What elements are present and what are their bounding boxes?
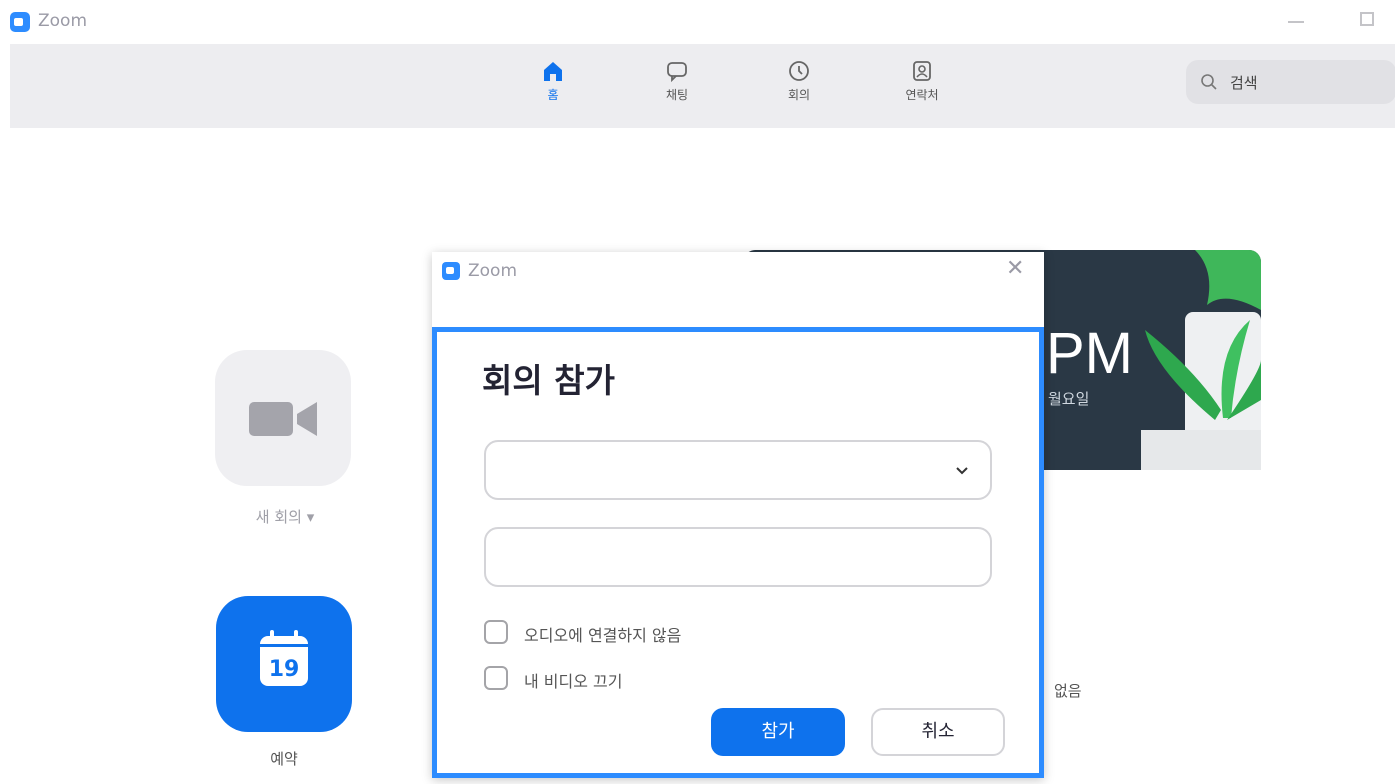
video-off-label: 내 비디오 끄기 [524,672,623,691]
tab-meetings-label: 회의 [787,88,811,102]
tab-home[interactable]: 홈 [513,58,593,103]
tab-contacts[interactable]: 연락처 [882,58,962,103]
calendar-icon: 19 [260,630,308,686]
zoom-logo-icon [442,262,460,280]
clock-icon [789,61,809,81]
tab-meetings[interactable]: 회의 [759,58,839,103]
window-title: Zoom [38,11,88,31]
maximize-icon[interactable] [1360,12,1374,26]
no-meetings-text: 없음 [1054,682,1082,700]
join-meeting-dialog: Zoom ✕ 회의 참가 오디오에 연결하지 않음 내 비디오 끄기 참가 취소 [432,252,1044,778]
video-off-checkbox[interactable] [484,666,508,690]
search-input[interactable]: 검색 [1186,60,1395,104]
tab-contacts-label: 연락처 [905,88,939,102]
dialog-heading: 회의 참가 [482,361,615,400]
minimize-icon[interactable] [1288,21,1304,23]
no-audio-checkbox[interactable] [484,620,508,644]
search-placeholder: 검색 [1230,74,1258,92]
join-button[interactable]: 참가 [711,708,845,756]
video-camera-icon [249,402,317,436]
new-meeting-button[interactable] [215,350,351,486]
dialog-title: Zoom [468,261,518,281]
tab-home-label: 홈 [547,88,559,102]
card-time: PM [1046,321,1133,386]
schedule-label: 예약 [270,750,298,768]
tab-chat-label: 채팅 [665,88,689,102]
chevron-down-icon[interactable] [954,462,970,478]
search-icon [1201,74,1217,90]
display-name-field[interactable] [484,527,992,587]
top-nav: 홈 채팅 회의 연락처 검색 [10,44,1395,128]
tab-chat[interactable]: 채팅 [637,58,717,103]
home-icon [544,62,562,81]
cancel-button[interactable]: 취소 [871,708,1005,756]
meeting-id-dropdown[interactable] [484,440,992,500]
calendar-day: 19 [269,657,300,682]
no-audio-label: 오디오에 연결하지 않음 [524,626,682,645]
schedule-button[interactable]: 19 [216,596,352,732]
card-date: 월요일 [1048,390,1090,408]
zoom-logo-icon [10,12,30,32]
close-icon[interactable]: ✕ [1006,258,1024,280]
contacts-icon [913,61,931,81]
new-meeting-label[interactable]: 새 회의 ▾ [200,506,370,527]
dialog-titlebar: Zoom ✕ [432,252,1044,326]
window-titlebar: Zoom [0,0,1395,44]
chat-icon [667,62,687,83]
